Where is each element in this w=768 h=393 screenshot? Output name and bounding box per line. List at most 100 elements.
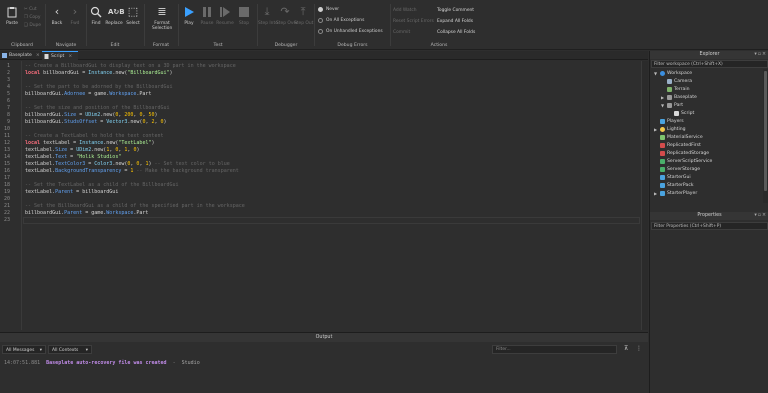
tree-item-replicatedstorage[interactable]: ReplicatedStorage [653, 150, 709, 157]
collapse-arrow-icon[interactable]: ▶ [660, 94, 665, 101]
tree-item-starterpack[interactable]: StarterPack [653, 182, 694, 189]
reset-script-errors-button[interactable]: Reset Script Errors [393, 19, 434, 24]
cut-button[interactable]: ✂ Cut [24, 7, 37, 12]
code-line: textLabel.BackgroundTransparency = 1 -- … [25, 168, 239, 174]
navigate-group: ‹ Back › Fwd Navigate [46, 0, 86, 50]
clipboard-group: Paste ✂ Cut ❐ Copy ❑ Dupe Clipboard [0, 0, 44, 50]
step-into-icon: ⤓ [264, 5, 270, 18]
place-icon [2, 53, 7, 58]
forward-button[interactable]: › Fwd [66, 5, 84, 27]
add-watch-button[interactable]: Add Watch [393, 8, 417, 13]
select-icon: ⬚ [127, 5, 139, 18]
all-exceptions-radio[interactable]: On All Exceptions [318, 18, 364, 23]
unhandled-exceptions-radio[interactable]: On Unhandled Exceptions [318, 29, 383, 34]
explorer-header: Explorer ▾▫× [650, 51, 768, 59]
tree-item-baseplate[interactable]: ▶ Baseplate [660, 94, 697, 101]
resume-button[interactable]: Resume [216, 6, 234, 26]
collapse-all-folds-button[interactable]: Collapse All Folds [437, 30, 475, 35]
panel-controls-icon[interactable]: ▾▫× [754, 212, 767, 220]
explorer-scroll-thumb[interactable] [764, 71, 767, 191]
debug-errors-group: Never On All Exceptions On Unhandled Exc… [315, 0, 390, 50]
stop-icon [238, 6, 250, 18]
code-line: textLabel.Text = "Holik Studios" [25, 154, 122, 160]
context-dropdown[interactable]: All Contexts ▾ [48, 345, 92, 354]
tree-item-players[interactable]: Players [653, 118, 684, 125]
tree-item-script[interactable]: Script [674, 110, 694, 117]
duplicate-button[interactable]: ❑ Dupe [24, 23, 41, 28]
script-editor[interactable]: 1 2 3 4 5 6 7 8 9 10 11 12 13 14 15 16 1… [0, 61, 648, 330]
tree-item-terrain[interactable]: Terrain [667, 86, 690, 93]
debug-errors-label: Debug Errors [337, 43, 368, 48]
tree-item-replicatedfirst[interactable]: ReplicatedFirst [653, 142, 701, 149]
right-panels: Explorer ▾▫× Filter workspace (Ctrl+Shif… [649, 51, 768, 393]
tree-item-startergui[interactable]: StarterGui [653, 174, 691, 181]
code-line: -- Create a BillboardGui to display text… [25, 63, 236, 69]
radio-icon [318, 18, 323, 23]
line-number: 3 [6, 77, 10, 83]
tab-baseplate[interactable]: Baseplate × [0, 51, 46, 60]
commit-button[interactable]: Commit [393, 30, 410, 35]
code-line: billboardGui.StudsOffset = Vector3.new(0… [25, 119, 167, 125]
paste-button[interactable]: Paste [3, 6, 21, 26]
tab-script[interactable]: Script × [42, 51, 79, 60]
tree-item-workspace[interactable]: ▼ Workspace [653, 70, 692, 77]
panel-controls-icon[interactable]: ▾▫× [754, 51, 767, 59]
replace-icon: A↻B [108, 8, 125, 16]
server-script-service-icon [660, 159, 665, 164]
format-selection-button[interactable]: ≣ Format Selection [152, 6, 172, 32]
explorer-filter-input[interactable]: Filter workspace (Ctrl+Shift+X) [651, 60, 768, 68]
replicated-storage-icon [660, 151, 665, 156]
line-number: 17 [3, 175, 10, 181]
code-line: local textLabel = Instance.new("TextLabe… [25, 140, 155, 146]
editor-scrollbar[interactable] [641, 61, 648, 330]
properties-filter-input[interactable]: Filter Properties (Ctrl+Shift+P) [651, 222, 768, 230]
debugger-label: Debugger [274, 43, 298, 48]
line-number: 2 [6, 70, 10, 76]
find-button[interactable]: Find [87, 6, 105, 26]
starter-player-icon [660, 191, 665, 196]
expand-all-folds-button[interactable]: Expand All Folds [437, 19, 473, 24]
tree-item-part[interactable]: ▼ Part [660, 102, 683, 109]
collapse-arrow-icon[interactable]: ▶ [653, 126, 658, 133]
document-tab-bar: Baseplate × Script × [0, 51, 648, 60]
line-number: 7 [6, 105, 10, 111]
material-service-icon [660, 135, 665, 140]
test-group: Play Pause Resume Stop Test [179, 0, 257, 50]
output-filter-input[interactable]: Filter... [492, 345, 617, 354]
collapse-arrow-icon[interactable]: ▶ [653, 190, 658, 197]
line-number: 22 [3, 210, 10, 216]
step-over-button[interactable]: ↷ Step Over [276, 6, 298, 27]
expand-arrow-icon[interactable]: ▼ [660, 102, 665, 109]
close-icon[interactable]: × [68, 54, 72, 59]
current-line-highlight [23, 217, 640, 224]
replace-button[interactable]: A↻B Replace [105, 6, 125, 26]
message-type-dropdown[interactable]: All Messages ▾ [2, 345, 46, 354]
expand-arrow-icon[interactable]: ▼ [653, 70, 658, 77]
clear-output-icon[interactable]: ⊼ [624, 345, 628, 352]
tree-item-serverscriptservice[interactable]: ServerScriptService [653, 158, 712, 165]
select-button[interactable]: ⬚ Select [124, 5, 142, 27]
output-options-icon[interactable]: ⋮ [636, 345, 642, 352]
tree-item-serverstorage[interactable]: ServerStorage [653, 166, 700, 173]
play-button[interactable]: Play [180, 6, 198, 26]
ribbon: Paste ✂ Cut ❐ Copy ❑ Dupe Clipboard ‹ Ba… [0, 0, 768, 50]
tree-item-camera[interactable]: Camera [667, 78, 692, 85]
copy-button[interactable]: ❐ Copy [24, 15, 40, 20]
close-icon[interactable]: × [36, 53, 40, 58]
never-radio[interactable]: Never [318, 7, 339, 12]
step-into-button[interactable]: ⤓ Step Into [258, 5, 278, 27]
lighting-icon [660, 127, 665, 132]
pause-button[interactable]: Pause [198, 6, 216, 26]
line-number: 13 [3, 147, 10, 153]
stop-button[interactable]: Stop [235, 6, 253, 26]
tree-item-starterplayer[interactable]: ▶ StarterPlayer [653, 190, 697, 197]
back-button[interactable]: ‹ Back [48, 6, 66, 27]
tree-item-materialservice[interactable]: MaterialService [653, 134, 703, 141]
line-number: 1 [6, 63, 10, 69]
line-number: 23 [3, 217, 10, 223]
forward-arrow-icon: › [72, 5, 78, 18]
step-out-button[interactable]: ⤒ Step Out [294, 6, 313, 27]
tree-item-lighting[interactable]: ▶ Lighting [653, 126, 686, 133]
radio-icon [318, 29, 323, 34]
toggle-comment-button[interactable]: Toggle Comment [437, 8, 474, 13]
